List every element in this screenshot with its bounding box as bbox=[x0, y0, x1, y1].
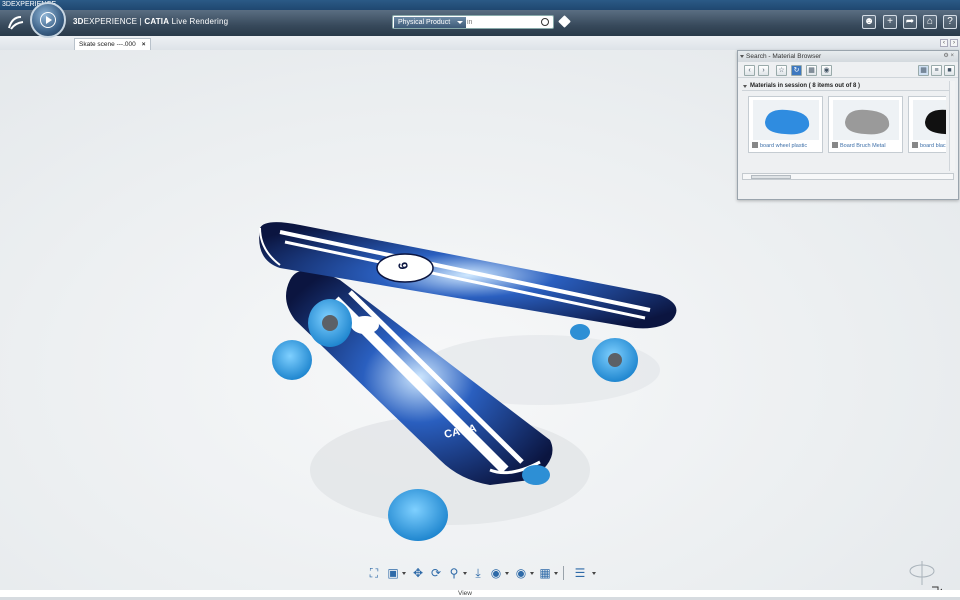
tag-icon[interactable] bbox=[558, 15, 571, 28]
search-bar: Physical Product bbox=[392, 15, 554, 29]
ds-logo-icon[interactable] bbox=[6, 13, 26, 33]
close-icon[interactable]: × bbox=[950, 53, 954, 59]
material-browser-toolbar: ‹ › ☆ ↻ ▦ ◉ ▦ ≡ ■ bbox=[738, 62, 958, 78]
material-thumbnail bbox=[753, 100, 819, 140]
material-icon bbox=[832, 142, 838, 148]
view-mode-icon[interactable]: ▣ bbox=[385, 565, 401, 581]
pan-icon[interactable]: ✥ bbox=[410, 565, 426, 581]
app-title: 3DEXPERIENCE | CATIA Live Rendering bbox=[73, 17, 229, 26]
compass-icon[interactable] bbox=[30, 2, 66, 38]
normal-view-icon[interactable]: ⤓ bbox=[470, 565, 486, 581]
favorite-icon[interactable]: ☆ bbox=[776, 65, 787, 76]
render-style-icon[interactable]: ◉ bbox=[488, 565, 504, 581]
tab-scroll-left-icon[interactable]: ‹ bbox=[940, 39, 948, 47]
share-icon[interactable]: ➦ bbox=[903, 15, 917, 29]
detail-view-icon[interactable]: ■ bbox=[944, 65, 955, 76]
refresh-icon[interactable]: ↻ bbox=[791, 65, 802, 76]
axis-robot-icon[interactable] bbox=[902, 555, 942, 590]
library-icon[interactable]: ▦ bbox=[806, 65, 817, 76]
horizontal-scrollbar[interactable] bbox=[742, 173, 954, 180]
action-bar: ⛶ ▣ ✥ ⟳ ⚲ ⤓ ◉ ◉ ▦ ☰ bbox=[360, 563, 605, 585]
rotate-icon[interactable]: ⟳ bbox=[428, 565, 444, 581]
material-icon bbox=[912, 142, 918, 148]
skateboard-model[interactable]: CATIA 9 bbox=[240, 170, 710, 550]
close-icon[interactable]: × bbox=[142, 41, 146, 48]
app-header: 3DEXPERIENCE | CATIA Live Rendering Phys… bbox=[0, 10, 960, 36]
search-scope-dropdown[interactable]: Physical Product bbox=[394, 17, 466, 28]
help-icon[interactable]: ? bbox=[943, 15, 957, 29]
back-arrow-icon[interactable]: ‹ bbox=[744, 65, 755, 76]
os-window-title: 3DEXPERIENCE bbox=[0, 0, 960, 10]
user-icon[interactable]: ☻ bbox=[862, 15, 876, 29]
fit-all-icon[interactable]: ⛶ bbox=[366, 565, 382, 581]
home-icon[interactable]: ⌂ bbox=[923, 15, 937, 29]
material-thumbnail bbox=[913, 100, 946, 140]
material-card[interactable]: Board Bruch Metal bbox=[828, 96, 903, 153]
settings-icon[interactable]: ⚙ bbox=[943, 53, 948, 59]
document-tab-bar: Skate scene ---.000 × ‹ › bbox=[0, 36, 960, 50]
camera-icon[interactable]: ◉ bbox=[513, 565, 529, 581]
tree-icon[interactable]: ☰ bbox=[572, 565, 588, 581]
action-bar-section-label[interactable]: View bbox=[458, 590, 472, 597]
tab-scroll-right-icon[interactable]: › bbox=[950, 39, 958, 47]
material-list: board wheel plastic Board Bruch Metal bo… bbox=[746, 96, 946, 154]
material-icon bbox=[752, 142, 758, 148]
grid-view-icon[interactable]: ▦ bbox=[918, 65, 929, 76]
layout-icon[interactable]: ▦ bbox=[537, 565, 553, 581]
tab-skate-scene[interactable]: Skate scene ---.000 × bbox=[74, 38, 151, 50]
forward-arrow-icon[interactable]: › bbox=[758, 65, 769, 76]
vertical-scrollbar[interactable] bbox=[949, 81, 955, 171]
chevron-down-icon bbox=[457, 21, 463, 24]
material-card[interactable]: board wheel plastic bbox=[748, 96, 823, 153]
zoom-icon[interactable]: ⚲ bbox=[446, 565, 462, 581]
session-materials-icon[interactable]: ◉ bbox=[821, 65, 832, 76]
material-thumbnail bbox=[833, 100, 899, 140]
list-view-icon[interactable]: ≡ bbox=[931, 65, 942, 76]
material-card[interactable]: board blac bbox=[908, 96, 946, 153]
material-browser-header[interactable]: Search - Material Browser ⚙ × bbox=[738, 51, 958, 62]
add-icon[interactable]: + bbox=[883, 15, 897, 29]
material-browser-panel: Search - Material Browser ⚙ × ‹ › ☆ ↻ ▦ … bbox=[737, 50, 959, 200]
search-icon[interactable] bbox=[541, 18, 549, 26]
collapse-icon[interactable] bbox=[740, 55, 744, 58]
materials-in-session-section[interactable]: Materials in session ( 8 items out of 8 … bbox=[742, 81, 954, 91]
search-input[interactable] bbox=[467, 17, 537, 28]
